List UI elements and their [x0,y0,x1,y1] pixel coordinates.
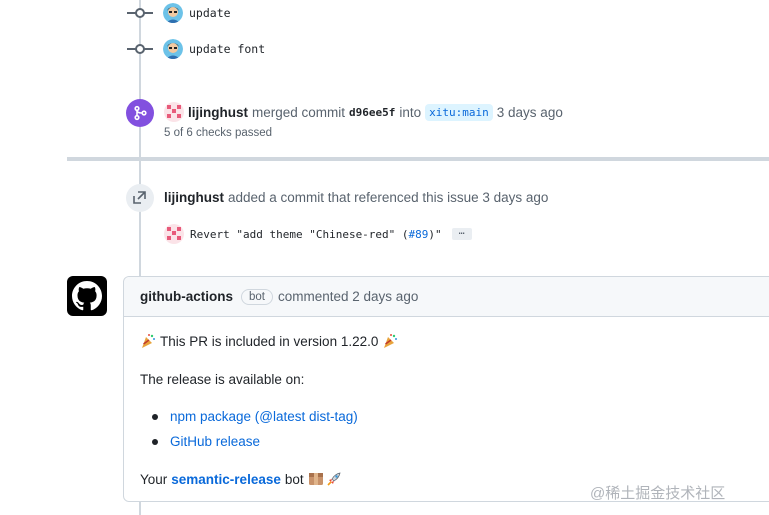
party-popper-icon [140,333,156,349]
event-timestamp[interactable]: 3 days ago [497,105,563,120]
github-logo-icon [72,281,102,311]
timeline-line-lower [139,161,141,276]
commit-node-icon [127,3,153,23]
avatar[interactable] [164,102,184,122]
commit-row: update font [127,37,265,61]
party-popper-icon [382,333,398,349]
checks-status[interactable]: 5 of 6 checks passed [164,127,272,139]
avatar[interactable] [163,3,183,23]
watermark-text: @稀土掘金技术社区 [590,485,726,502]
timeline-divider [67,157,769,161]
issue-link[interactable]: #89 [409,228,429,241]
avatar[interactable] [164,224,184,244]
into-text: into [399,104,422,120]
footer-suffix: bot [284,471,304,487]
footer-line: Your semantic-release bot [140,471,342,487]
rocket-icon [326,471,342,487]
avatar[interactable] [163,39,183,59]
branch-label[interactable]: xitu:main [425,103,493,121]
list-item: npm package (@latest dist-tag) [140,409,358,424]
reference-action-text: added a commit that referenced this issu… [228,190,549,205]
footer-prefix: Your [140,471,168,487]
watermark: @稀土掘金技术社区 [590,482,725,503]
timeline-line-mid [139,127,141,157]
semantic-release-link[interactable]: semantic-release [171,472,281,487]
availability-text: The release is available on: [140,372,304,387]
author-link[interactable]: lijinghust [164,190,224,205]
release-line: This PR is included in version 1.22.0 [140,333,398,349]
commit-message[interactable]: update font [189,42,265,56]
reference-event: lijinghust added a commit that reference… [164,190,548,205]
comment-timestamp[interactable]: commented 2 days ago [278,289,418,304]
reference-commit: Revert "add theme "Chinese-red" ( #89 )"… [164,224,472,244]
reference-commit-suffix[interactable]: )" [428,228,441,241]
commit-message[interactable]: update [189,6,231,20]
release-version-text: This PR is included in version 1.22.0 [160,333,379,349]
bullet [152,438,158,445]
comment-box: github-actions bot commented 2 days ago … [123,276,769,502]
bot-badge: bot [241,288,273,305]
npm-package-link[interactable]: npm package (@latest dist-tag) [170,409,358,424]
merge-event: lijinghust merged commit d96ee5f into xi… [164,102,563,122]
commit-sha-link[interactable]: d96ee5f [349,106,395,119]
cross-reference-icon [126,184,154,212]
comment-author-link[interactable]: github-actions [140,289,233,304]
author-link[interactable]: lijinghust [188,105,248,120]
github-release-link[interactable]: GitHub release [170,434,260,449]
package-icon [308,471,324,487]
commit-row: update [127,1,231,25]
timeline-line-bottom [139,502,141,515]
merged-icon [126,99,154,127]
list-item: GitHub release [140,434,260,449]
reference-commit-message[interactable]: Revert "add theme "Chinese-red" ( [190,228,409,241]
expand-commit-button[interactable]: … [451,227,472,240]
bullet [152,413,158,420]
merge-action-text: merged commit [252,104,346,120]
comment-header: github-actions bot commented 2 days ago [124,277,769,317]
github-actions-avatar[interactable] [67,276,107,316]
commit-node-icon [127,39,153,59]
availability-label: The release is available on: [140,372,305,387]
